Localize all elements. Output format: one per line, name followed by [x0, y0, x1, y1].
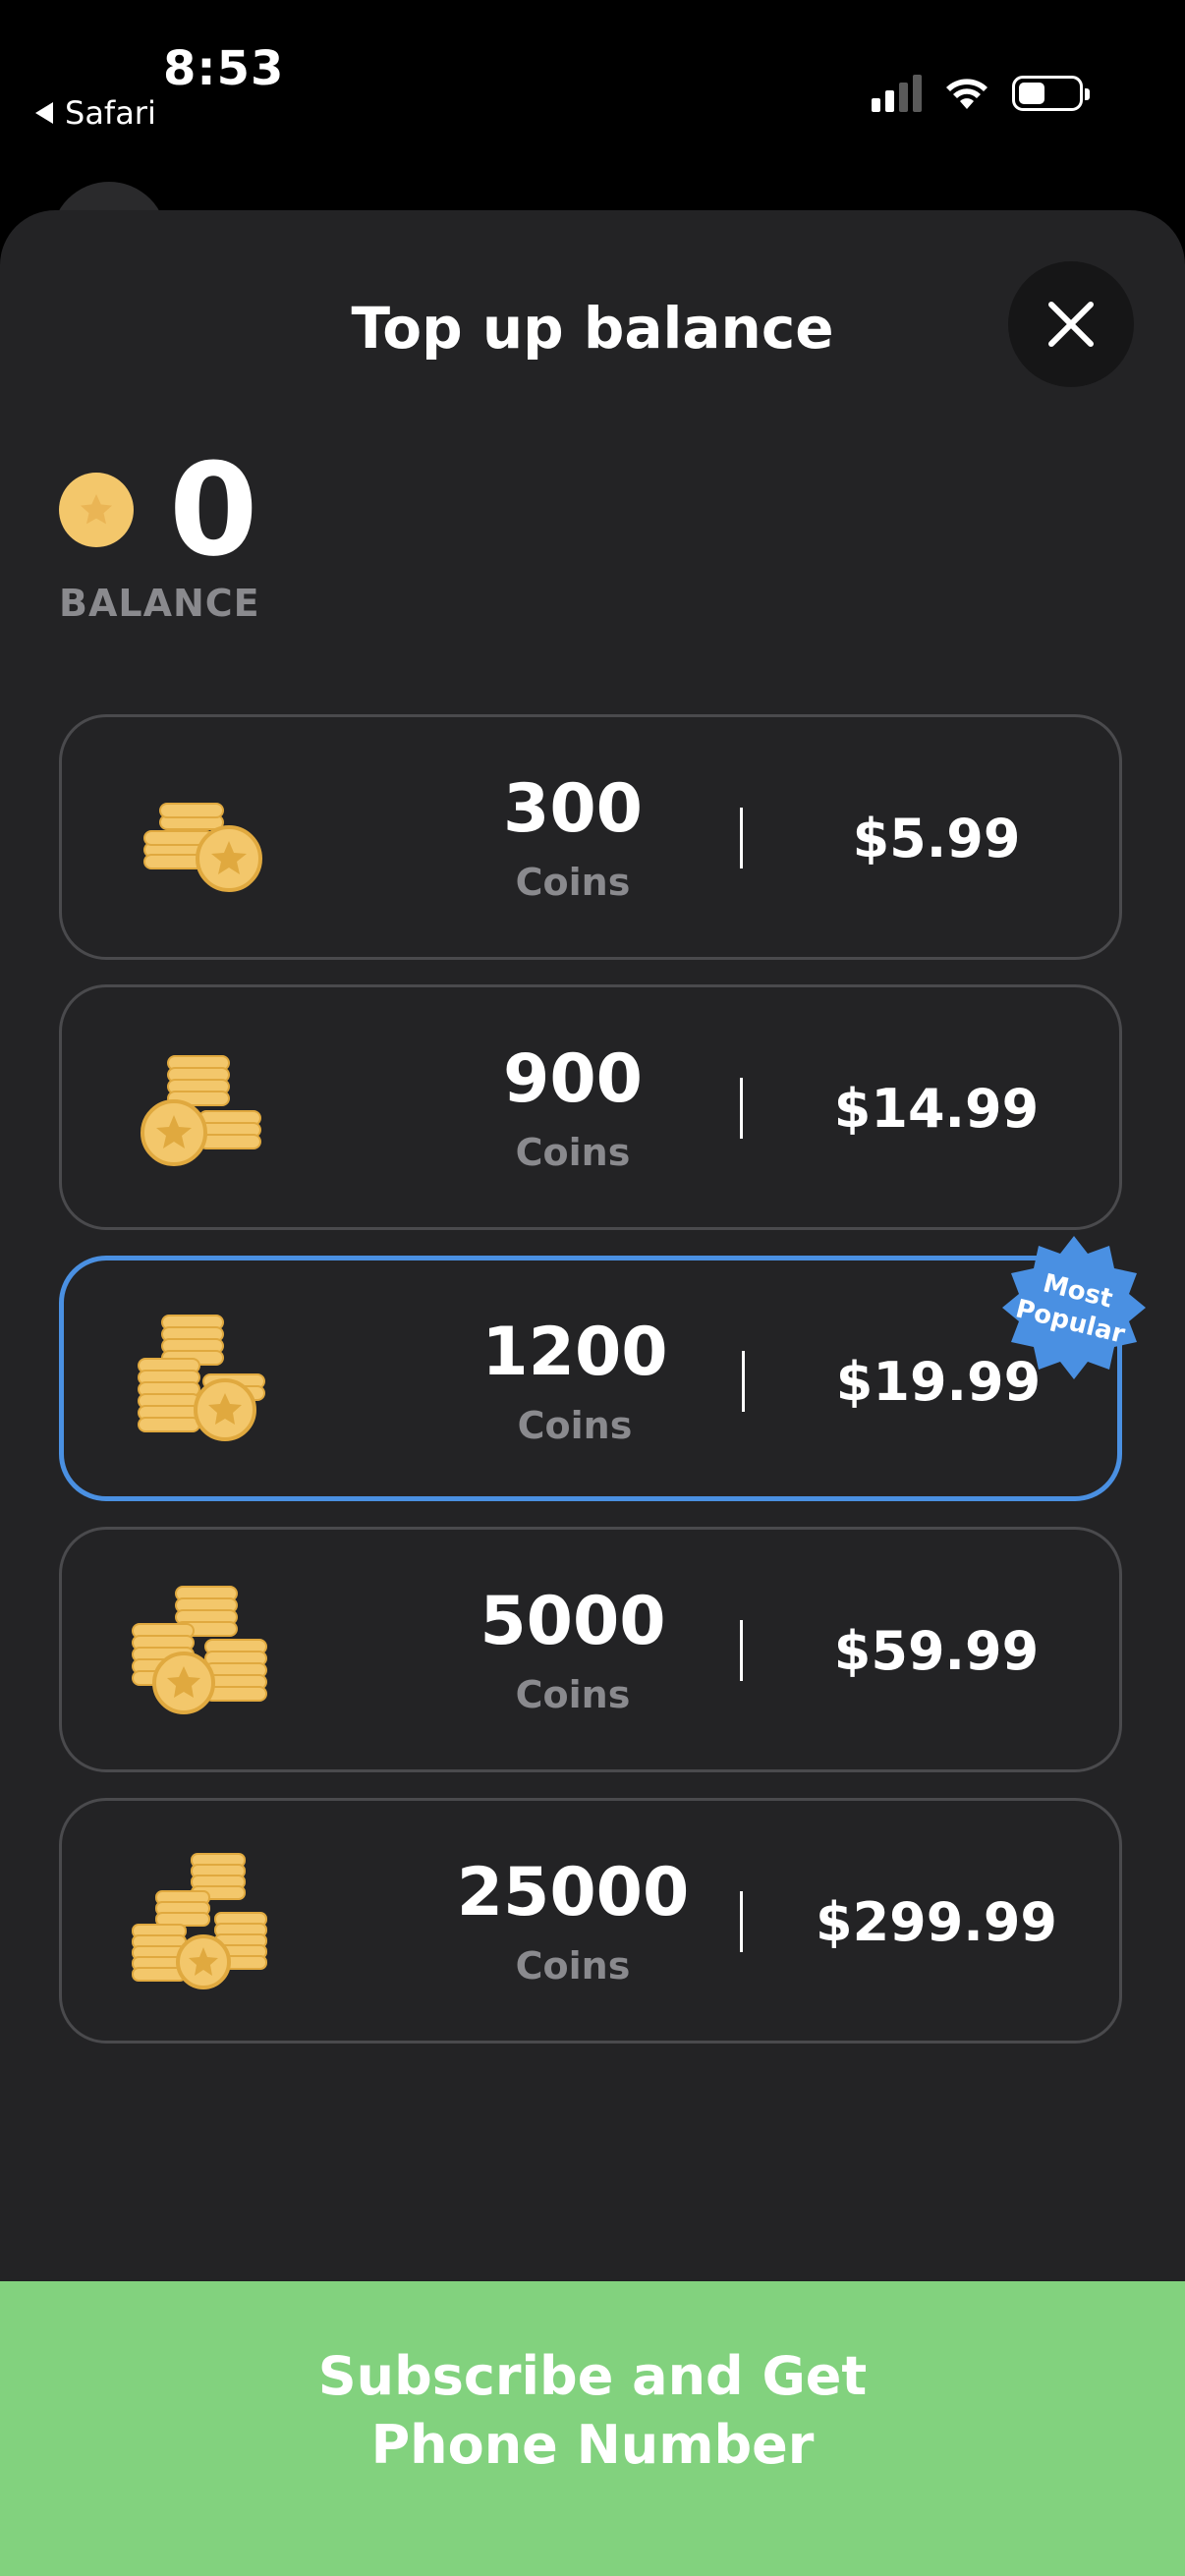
- status-icons: [872, 75, 1090, 112]
- coin-icon: [59, 473, 134, 547]
- close-button[interactable]: [1008, 261, 1134, 387]
- balance-label: BALANCE: [59, 582, 260, 625]
- coin-stack-icon: [132, 1853, 267, 1989]
- package-divider: [740, 808, 743, 868]
- coin-stack-icon: [141, 1055, 261, 1166]
- coin-stack-icon: [138, 1315, 265, 1441]
- subscribe-button-label: Subscribe and Get Phone Number: [317, 2345, 868, 2476]
- package-unit: Coins: [517, 1404, 633, 1447]
- coin-stack-icon: [143, 803, 262, 892]
- package-price: $299.99: [816, 1891, 1057, 1953]
- package-divider: [740, 1620, 743, 1681]
- coin-package-25000[interactable]: 25000 Coins $299.99: [59, 1798, 1122, 2044]
- package-price: $59.99: [833, 1620, 1040, 1682]
- package-amount: 900: [503, 1040, 643, 1118]
- coin-package-300[interactable]: 300 Coins $5.99: [59, 714, 1122, 960]
- package-amount: 5000: [480, 1583, 666, 1660]
- package-unit: Coins: [515, 1673, 631, 1716]
- package-divider: [740, 1078, 743, 1139]
- battery-icon: [1012, 76, 1090, 111]
- cellular-signal-icon: [872, 75, 922, 112]
- coin-package-900[interactable]: 900 Coins $14.99: [59, 984, 1122, 1230]
- wifi-icon: [946, 79, 988, 109]
- back-app-label: Safari: [65, 94, 156, 132]
- package-amount: 1200: [481, 1314, 668, 1391]
- coin-package-5000[interactable]: 5000 Coins $59.99: [59, 1527, 1122, 1772]
- back-to-safari-link[interactable]: Safari: [35, 94, 156, 132]
- status-bar: 8:53 Safari: [0, 0, 1185, 196]
- status-time: 8:53: [163, 41, 285, 96]
- package-unit: Coins: [515, 1944, 631, 1988]
- back-arrow-icon: [35, 102, 53, 124]
- package-amount: 25000: [456, 1854, 690, 1932]
- package-unit: Coins: [515, 1131, 631, 1174]
- close-icon: [1048, 302, 1094, 347]
- balance-row: 0: [59, 446, 257, 574]
- package-amount: 300: [503, 770, 643, 848]
- coin-package-1200[interactable]: 1200 Coins $19.99: [59, 1256, 1122, 1501]
- package-divider: [742, 1351, 745, 1412]
- subscribe-button[interactable]: Subscribe and Get Phone Number: [0, 2281, 1185, 2576]
- package-price: $14.99: [833, 1078, 1040, 1140]
- package-unit: Coins: [515, 861, 631, 904]
- most-popular-badge: Most Popular: [1000, 1234, 1148, 1381]
- package-divider: [740, 1891, 743, 1952]
- package-price: $5.99: [852, 808, 1021, 869]
- sheet-title: Top up balance: [351, 295, 834, 362]
- coin-stack-icon: [132, 1586, 267, 1714]
- balance-value: 0: [169, 435, 258, 585]
